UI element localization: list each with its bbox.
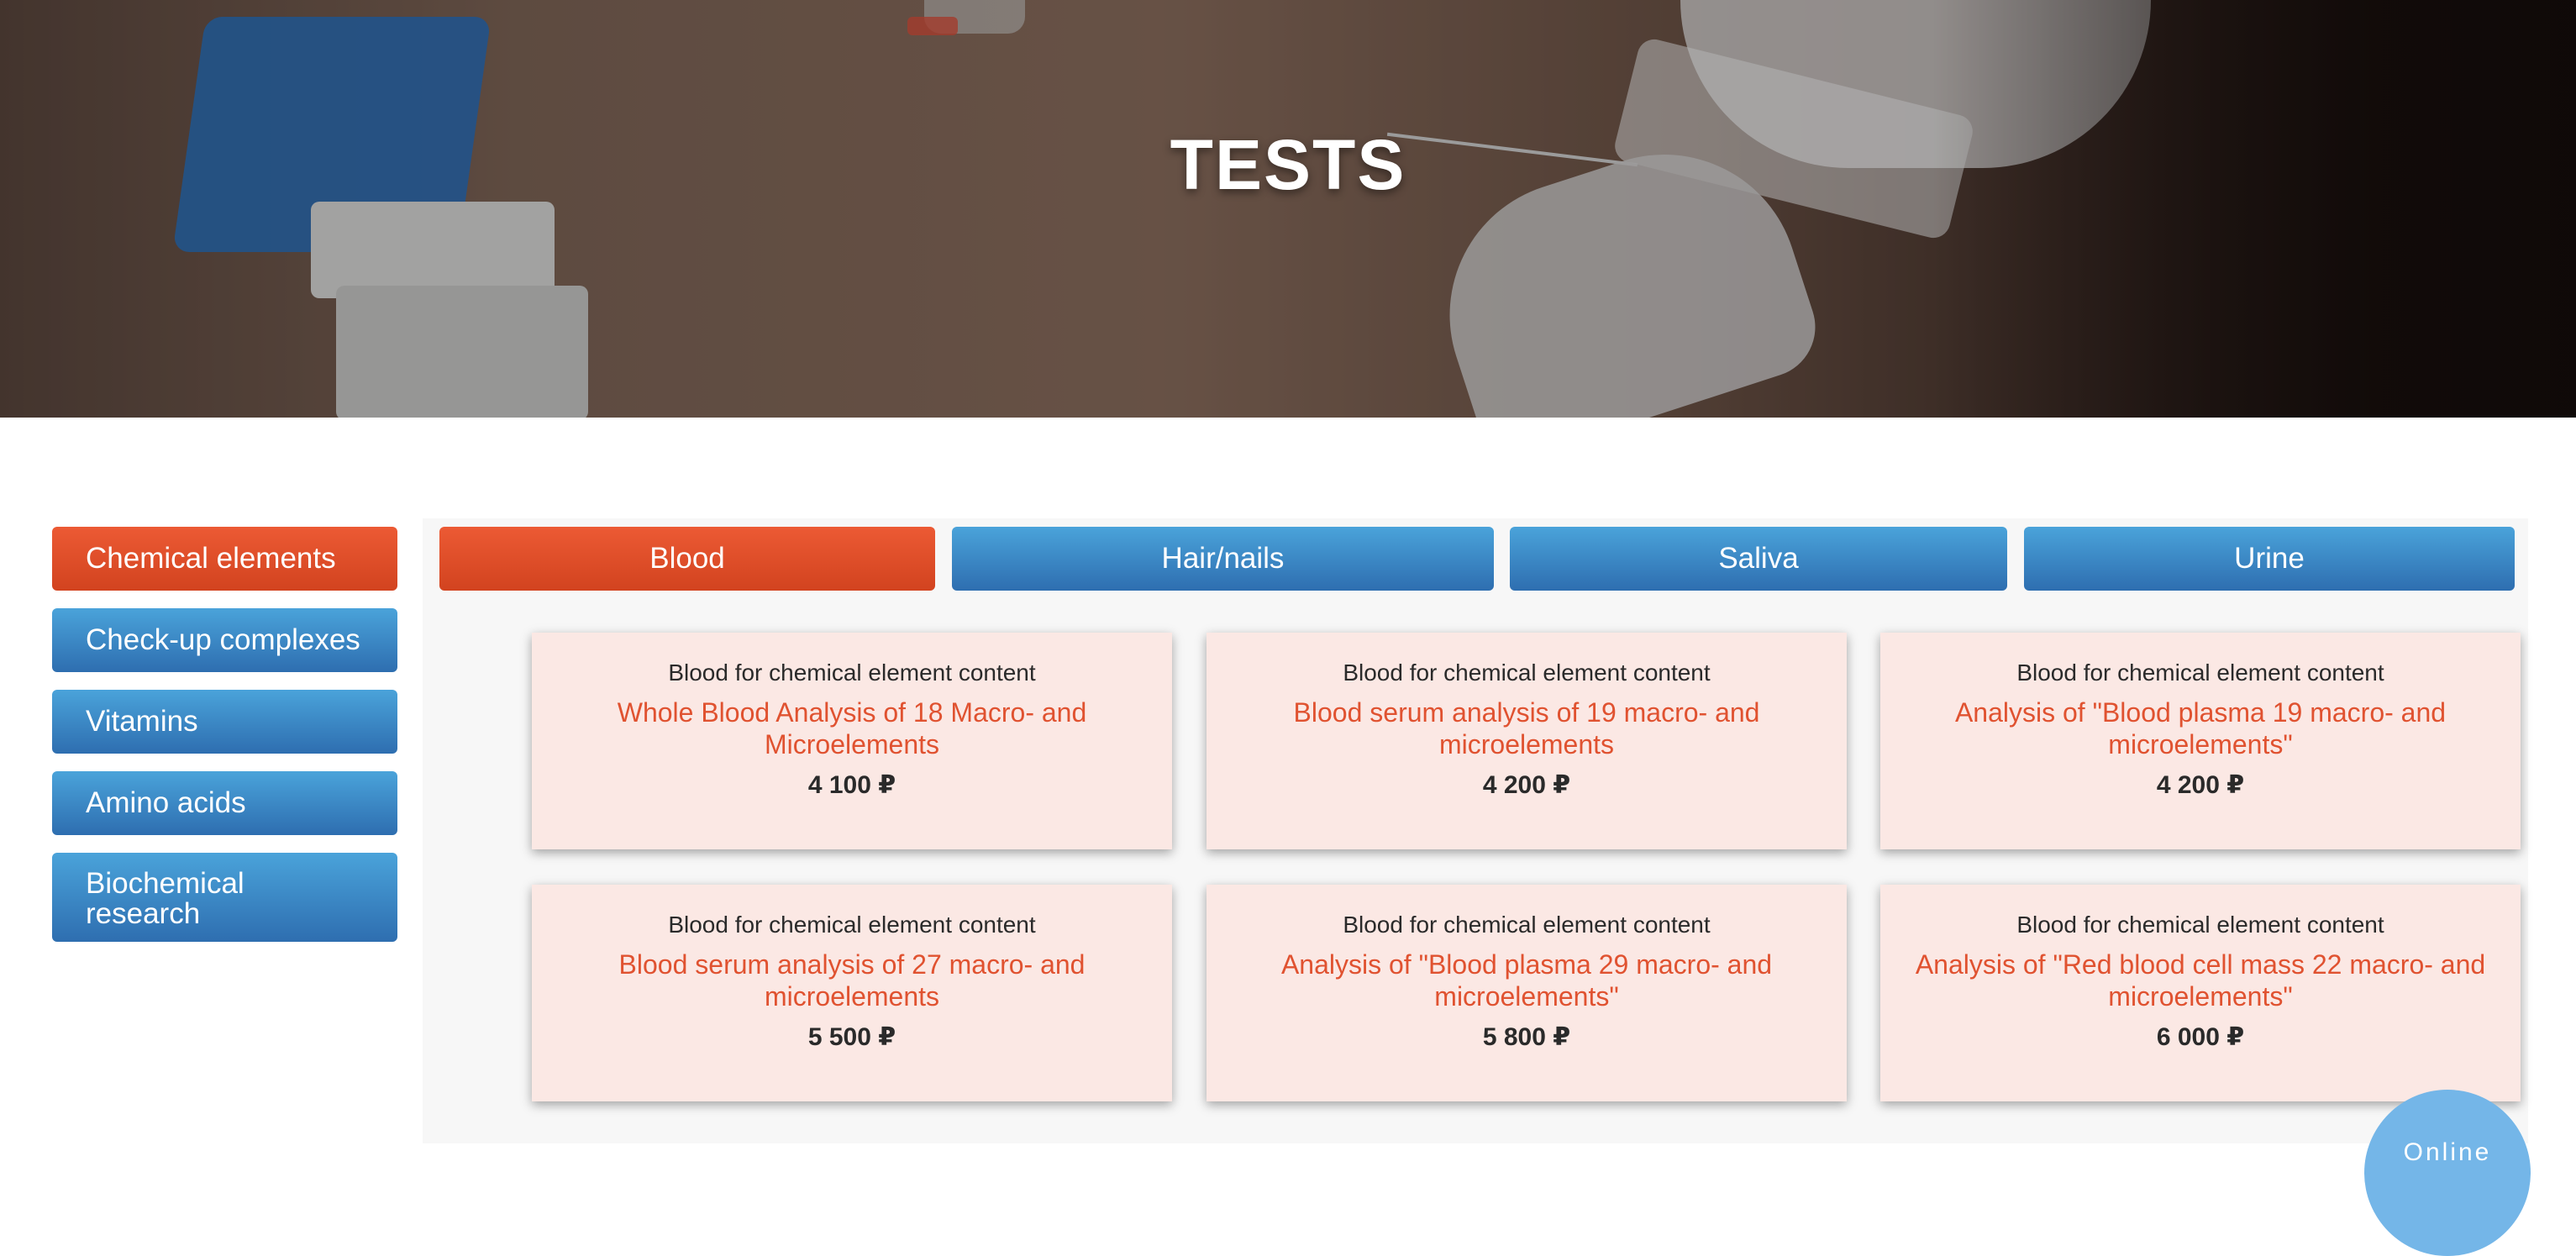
test-price: 6 000 ₽	[2156, 1023, 2245, 1051]
test-name-link[interactable]: Blood serum analysis of 19 macro- and mi…	[1223, 696, 1830, 760]
test-card[interactable]: Blood for chemical element content Whole…	[532, 633, 1172, 849]
sidebar-item-chemical-elements[interactable]: Chemical elements	[52, 527, 397, 591]
page-title: TESTS	[1170, 125, 1406, 204]
sidebar-item-amino-acids[interactable]: Amino acids	[52, 771, 397, 835]
test-name-link[interactable]: Blood serum analysis of 27 macro- and mi…	[549, 949, 1155, 1012]
test-category: Blood for chemical element content	[1343, 912, 1711, 938]
test-price: 4 200 ₽	[2156, 771, 2245, 799]
tab-urine[interactable]: Urine	[2024, 527, 2515, 591]
sidebar-item-label: Biochemical research	[86, 867, 244, 930]
test-card[interactable]: Blood for chemical element content Blood…	[532, 885, 1172, 1101]
test-card[interactable]: Blood for chemical element content Analy…	[1880, 633, 2521, 849]
sidebar-item-check-up-complexes[interactable]: Check-up complexes	[52, 608, 397, 672]
test-price: 5 800 ₽	[1482, 1023, 1571, 1051]
test-name-link[interactable]: Analysis of "Red blood cell mass 22 macr…	[1897, 949, 2504, 1012]
tab-blood[interactable]: Blood	[439, 527, 935, 591]
test-card[interactable]: Blood for chemical element content Blood…	[1207, 633, 1847, 849]
test-name-link[interactable]: Whole Blood Analysis of 18 Macro- and Mi…	[549, 696, 1155, 760]
hero-banner: TESTS	[0, 0, 2576, 418]
test-card[interactable]: Blood for chemical element content Analy…	[1207, 885, 1847, 1101]
test-name-link[interactable]: Analysis of "Blood plasma 19 macro- and …	[1897, 696, 2504, 760]
sidebar-item-vitamins[interactable]: Vitamins	[52, 690, 397, 754]
tests-panel: Blood Hair/nails Saliva Urine Blood for …	[423, 518, 2528, 1143]
test-name-link[interactable]: Analysis of "Blood plasma 29 macro- and …	[1223, 949, 1830, 1012]
hero-overlay	[0, 0, 2576, 418]
sidebar-item-biochemical-research[interactable]: Biochemical research	[52, 853, 397, 942]
tab-saliva[interactable]: Saliva	[1510, 527, 2007, 591]
test-price: 4 100 ₽	[807, 771, 896, 799]
category-sidebar: Chemical elements Check-up complexes Vit…	[52, 527, 397, 959]
test-category: Blood for chemical element content	[668, 660, 1036, 686]
test-card[interactable]: Blood for chemical element content Analy…	[1880, 885, 2521, 1101]
online-chat-button[interactable]: Online	[2364, 1090, 2531, 1256]
test-price: 5 500 ₽	[807, 1023, 896, 1051]
test-category: Blood for chemical element content	[2016, 912, 2384, 938]
test-category: Blood for chemical element content	[668, 912, 1036, 938]
test-category: Blood for chemical element content	[1343, 660, 1711, 686]
tab-hair-nails[interactable]: Hair/nails	[952, 527, 1494, 591]
test-price: 4 200 ₽	[1482, 771, 1571, 799]
test-category: Blood for chemical element content	[2016, 660, 2384, 686]
